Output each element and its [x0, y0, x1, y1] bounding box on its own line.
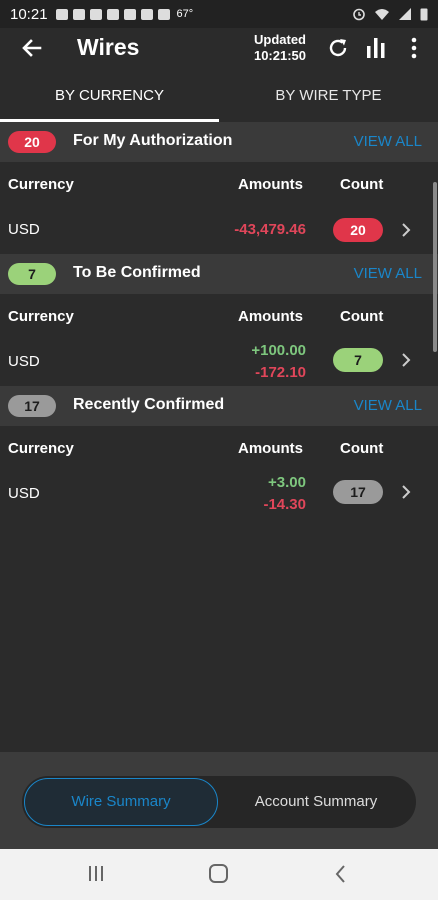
updated-timestamp: Updated 10:21:50	[248, 32, 312, 64]
amount-negative: -43,479.46	[234, 221, 306, 238]
whatsapp-icon	[140, 8, 153, 20]
view-all-link[interactable]: VIEW ALL	[354, 265, 422, 282]
chevron-right-icon	[402, 485, 411, 499]
more-vertical-icon[interactable]	[404, 36, 424, 60]
chevron-right-icon	[402, 353, 411, 367]
updated-time: 10:21:50	[253, 48, 307, 63]
page-title: Wires	[77, 34, 140, 60]
image-icon	[123, 8, 136, 20]
signal-icon	[399, 8, 411, 20]
notification-icon	[157, 8, 170, 20]
status-time: 10:21	[10, 5, 48, 23]
section-header-authorization: 20 For My Authorization VIEW ALL	[0, 122, 438, 162]
column-header-amounts: Amounts	[238, 176, 303, 193]
column-header-amounts: Amounts	[238, 440, 303, 457]
section-title: For My Authorization	[73, 132, 233, 149]
notification-icons: 67°	[55, 8, 194, 20]
battery-icon	[420, 8, 428, 21]
row-count-badge: 7	[333, 348, 383, 372]
system-nav-bar	[0, 849, 438, 900]
bar-chart-icon[interactable]	[364, 36, 388, 60]
column-headers: Currency Amounts Count	[0, 176, 438, 200]
mail-icon	[89, 8, 102, 20]
arrow-left-icon[interactable]	[18, 34, 46, 62]
count-badge: 7	[8, 263, 56, 285]
app-bar: Wires Updated 10:21:50	[0, 28, 438, 70]
column-header-count: Count	[340, 176, 384, 193]
recent-apps-icon[interactable]	[86, 863, 106, 885]
tab-by-currency[interactable]: BY CURRENCY	[0, 74, 219, 122]
column-header-count: Count	[340, 308, 384, 325]
view-all-link[interactable]: VIEW ALL	[354, 133, 422, 150]
list-item[interactable]: USD -43,479.46 20	[0, 204, 438, 254]
amount-negative: -14.30	[263, 496, 306, 513]
notification-icon	[106, 8, 119, 20]
column-header-currency: Currency	[8, 176, 74, 193]
column-header-currency: Currency	[8, 440, 74, 457]
refresh-icon[interactable]	[326, 36, 350, 60]
system-icons	[352, 7, 428, 21]
amount-positive: +100.00	[251, 342, 306, 359]
column-header-currency: Currency	[8, 308, 74, 325]
chevron-right-icon	[402, 223, 411, 237]
scrollbar[interactable]	[433, 182, 437, 352]
summary-toggle: Wire Summary Account Summary	[22, 776, 416, 828]
status-bar: 10:21 67°	[0, 0, 438, 28]
back-nav-icon[interactable]	[332, 863, 350, 885]
row-count-badge: 17	[333, 480, 383, 504]
column-header-amounts: Amounts	[238, 308, 303, 325]
notification-icon	[55, 8, 68, 20]
section-title: Recently Confirmed	[73, 396, 225, 413]
row-amounts: +3.00 -14.30	[263, 472, 306, 516]
alarm-icon	[353, 8, 365, 21]
column-headers: Currency Amounts Count	[0, 308, 438, 332]
wire-summary-button[interactable]: Wire Summary	[24, 778, 218, 826]
tab-by-wire-type[interactable]: BY WIRE TYPE	[219, 74, 438, 122]
list-item[interactable]: USD +3.00 -14.30 17	[0, 468, 438, 518]
row-currency: USD	[8, 221, 40, 238]
wifi-icon	[375, 9, 389, 20]
row-currency: USD	[8, 485, 40, 502]
updated-label: Updated	[254, 32, 306, 47]
row-currency: USD	[8, 353, 40, 370]
count-badge: 20	[8, 131, 56, 153]
section-header-to-be-confirmed: 7 To Be Confirmed VIEW ALL	[0, 254, 438, 294]
column-header-count: Count	[340, 440, 384, 457]
amount-negative: -172.10	[255, 364, 306, 381]
row-count-badge: 20	[333, 218, 383, 242]
section-header-recently-confirmed: 17 Recently Confirmed VIEW ALL	[0, 386, 438, 426]
count-badge: 17	[8, 395, 56, 417]
temperature: 67°	[176, 8, 194, 20]
tab-bar: BY CURRENCY BY WIRE TYPE	[0, 74, 438, 122]
notification-icon	[72, 8, 85, 20]
account-summary-button[interactable]: Account Summary	[218, 778, 414, 826]
column-headers: Currency Amounts Count	[0, 440, 438, 464]
view-all-link[interactable]: VIEW ALL	[354, 397, 422, 414]
amount-positive: +3.00	[268, 474, 306, 491]
bottom-panel: Wire Summary Account Summary	[0, 752, 438, 849]
row-amounts: -43,479.46	[234, 219, 306, 241]
list-item[interactable]: USD +100.00 -172.10 7	[0, 336, 438, 386]
row-amounts: +100.00 -172.10	[251, 340, 306, 384]
section-title: To Be Confirmed	[73, 264, 201, 281]
home-icon[interactable]	[207, 863, 231, 885]
